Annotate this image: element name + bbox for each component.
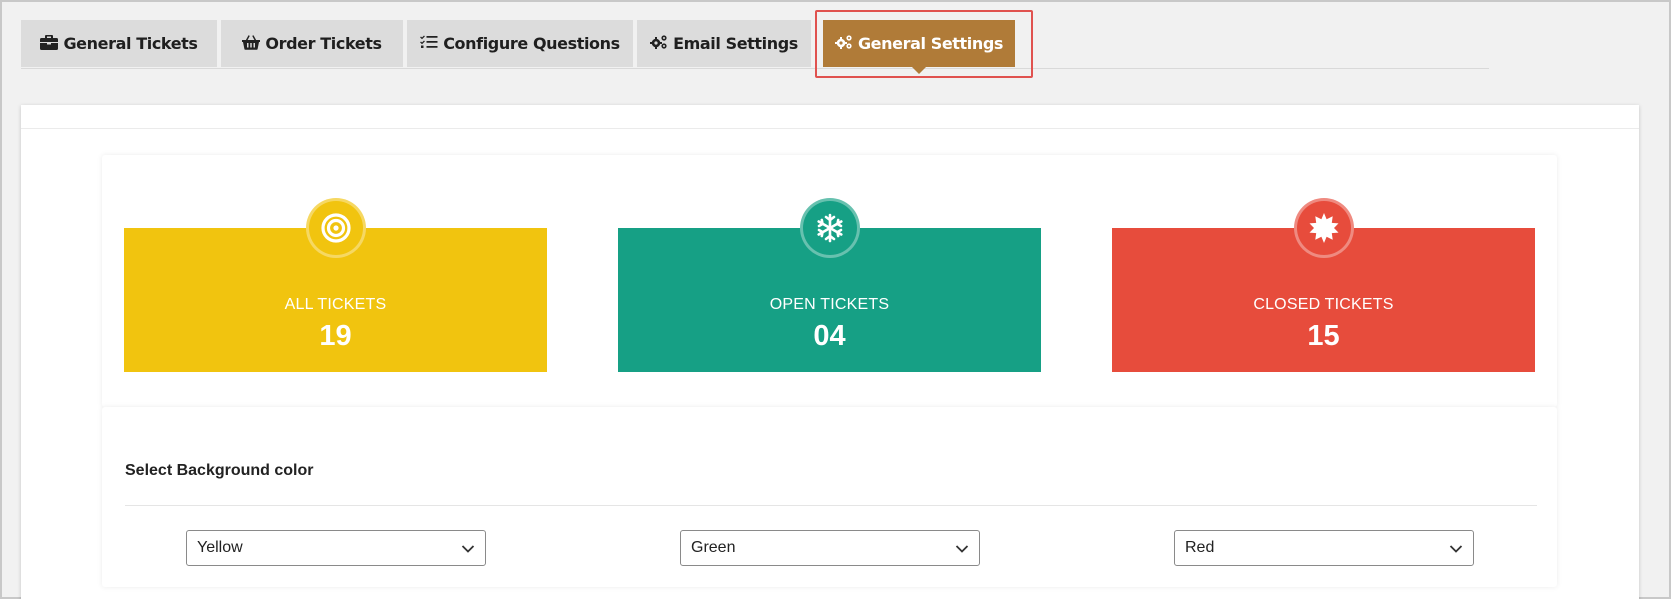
tab-email-settings[interactable]: Email Settings xyxy=(637,20,811,67)
cogs-icon xyxy=(650,34,668,54)
chevron-down-icon xyxy=(955,545,969,553)
briefcase-icon xyxy=(40,34,59,54)
tab-label: Email Settings xyxy=(673,34,798,53)
open-tickets-color-select[interactable]: Green xyxy=(680,530,980,566)
stat-title: OPEN TICKETS xyxy=(769,296,890,313)
tab-general-settings[interactable]: General Settings xyxy=(823,20,1015,74)
divider xyxy=(125,505,1537,506)
stat-count: 19 xyxy=(319,320,352,352)
panel-header xyxy=(21,105,1639,129)
tab-general-tickets[interactable]: General Tickets xyxy=(21,20,217,67)
tab-bar: General Tickets Order Tickets Configure … xyxy=(21,18,1489,74)
tab-configure-questions[interactable]: Configure Questions xyxy=(407,20,633,67)
background-color-settings: Select Background color Yellow Green Red xyxy=(102,407,1557,587)
chevron-down-icon xyxy=(461,545,475,553)
list-check-icon xyxy=(420,34,438,54)
tab-label: Configure Questions xyxy=(443,34,620,53)
snowflake-icon xyxy=(799,198,860,258)
all-tickets-color-select[interactable]: Yellow xyxy=(186,530,486,566)
stat-count: 04 xyxy=(813,320,846,352)
chevron-down-icon xyxy=(1449,545,1463,553)
tab-label: General Settings xyxy=(857,34,1004,53)
select-value: Red xyxy=(1185,539,1215,556)
stat-card-all-tickets: ALL TICKETS 19 xyxy=(124,198,547,372)
stat-count: 15 xyxy=(1307,320,1340,352)
ticket-stats-box: ALL TICKETS 19 OPEN TICKETS 04 CLOSED TI… xyxy=(102,155,1557,407)
stat-title: CLOSED TICKETS xyxy=(1253,296,1394,313)
stat-card-closed-tickets: CLOSED TICKETS 15 xyxy=(1112,198,1535,372)
settings-title: Select Background color xyxy=(125,462,314,479)
cogs-icon xyxy=(834,34,853,54)
closed-tickets-color-select[interactable]: Red xyxy=(1174,530,1474,566)
select-value: Yellow xyxy=(197,539,243,556)
stat-title: ALL TICKETS xyxy=(284,296,387,313)
select-value: Green xyxy=(691,539,736,556)
target-icon xyxy=(305,198,366,258)
settings-panel: ALL TICKETS 19 OPEN TICKETS 04 CLOSED TI… xyxy=(21,105,1639,599)
basket-icon xyxy=(242,34,261,54)
stat-card-open-tickets: OPEN TICKETS 04 xyxy=(618,198,1041,372)
tab-order-tickets[interactable]: Order Tickets xyxy=(221,20,403,67)
tab-label: Order Tickets xyxy=(265,34,382,53)
tab-label: General Tickets xyxy=(63,34,198,53)
sun-icon xyxy=(1293,198,1354,258)
